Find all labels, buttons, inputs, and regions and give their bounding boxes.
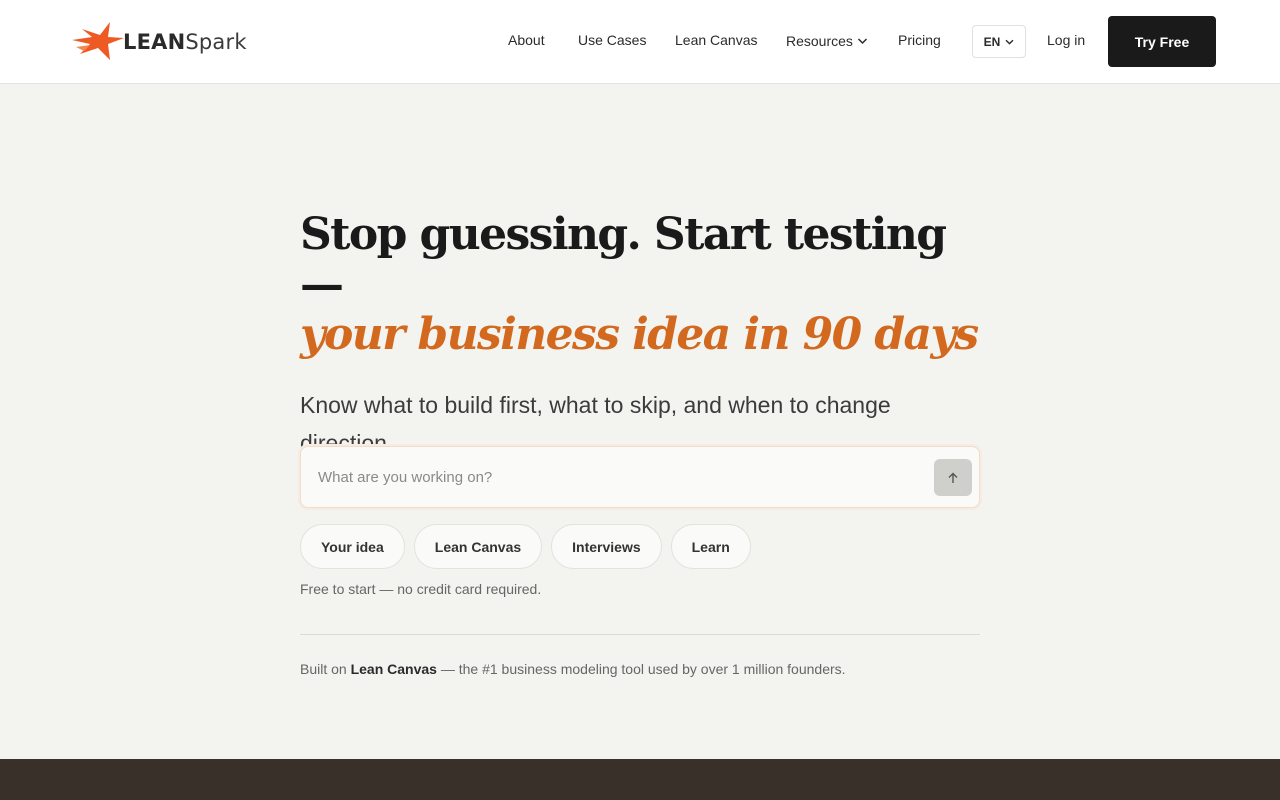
divider <box>300 634 980 635</box>
free-note: Free to start — no credit card required. <box>300 581 542 597</box>
language-selector[interactable]: EN <box>972 25 1026 58</box>
built-on-prefix: Built on <box>300 661 351 677</box>
site-header: LEANSpark About Use Cases Lean Canvas Re… <box>0 0 1280 84</box>
arrow-up-icon <box>948 472 958 483</box>
built-on-suffix: — the #1 business modeling tool used by … <box>436 661 846 677</box>
nav-pricing[interactable]: Pricing <box>898 32 941 48</box>
footer-band <box>0 759 1280 800</box>
chevron-down-icon <box>1005 39 1014 45</box>
nav-resources[interactable]: Resources <box>786 33 868 49</box>
suggestion-chips: Your idea Lean Canvas Interviews Learn <box>300 524 751 569</box>
language-label: EN <box>983 34 1001 49</box>
logo-text-spark: Spark <box>185 30 247 54</box>
login-link[interactable]: Log in <box>1047 32 1085 48</box>
idea-prompt-box <box>300 446 980 508</box>
logo-text-lean: LEAN <box>123 30 186 54</box>
nav-lean-canvas[interactable]: Lean Canvas <box>675 32 758 48</box>
hero-headline: Stop guessing. Start testing— your busin… <box>300 210 980 360</box>
built-on-highlight: Lean Canvas <box>350 661 437 677</box>
nav-resources-label: Resources <box>786 33 853 49</box>
try-free-button[interactable]: Try Free <box>1108 16 1216 67</box>
headline-main: Stop guessing. Start testing— <box>300 209 947 310</box>
spark-logo-icon <box>72 22 124 60</box>
hero-section: Stop guessing. Start testing— your busin… <box>300 210 980 462</box>
nav-about[interactable]: About <box>508 32 545 48</box>
submit-button[interactable] <box>934 459 972 496</box>
built-on-note: Built on Lean Canvas — the #1 business m… <box>300 661 846 677</box>
chip-learn[interactable]: Learn <box>670 524 751 569</box>
chip-lean-canvas[interactable]: Lean Canvas <box>413 524 543 569</box>
nav-use-cases[interactable]: Use Cases <box>578 32 646 48</box>
chip-your-idea[interactable]: Your idea <box>300 524 405 569</box>
leanspark-logo[interactable]: LEANSpark <box>70 18 250 66</box>
idea-input[interactable] <box>318 465 918 489</box>
chevron-down-icon <box>857 38 867 45</box>
chip-interviews[interactable]: Interviews <box>551 524 662 569</box>
headline-accent: your business idea in 90 days <box>300 309 979 360</box>
